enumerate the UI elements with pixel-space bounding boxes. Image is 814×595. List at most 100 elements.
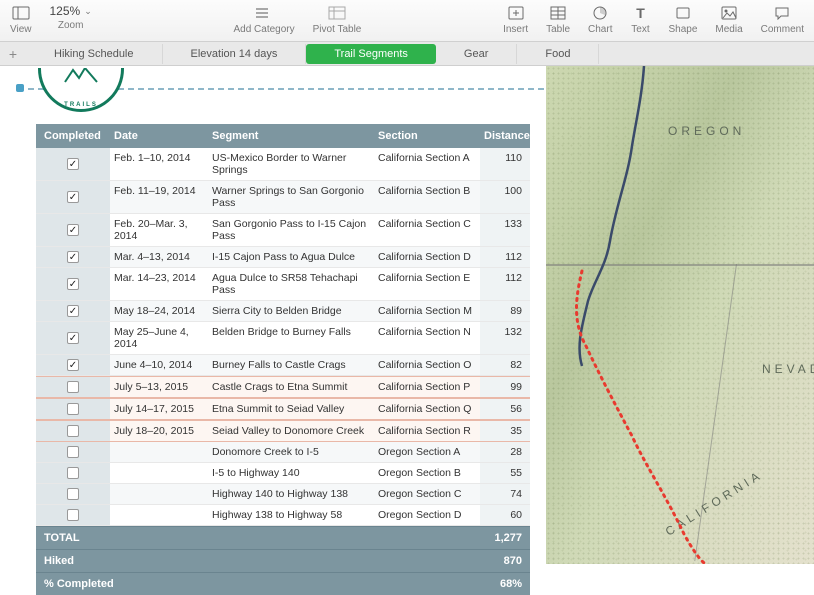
cell-segment[interactable]: I-5 to Highway 140 <box>208 463 374 483</box>
cell-distance[interactable]: 82 <box>480 355 530 375</box>
cell-section[interactable]: California Section A <box>374 148 480 180</box>
toolbar-comment[interactable]: Comment <box>761 4 804 35</box>
cell-date[interactable]: May 25–June 4, 2014 <box>110 322 208 354</box>
cell-date[interactable]: Feb. 1–10, 2014 <box>110 148 208 180</box>
cell-date[interactable]: Mar. 14–23, 2014 <box>110 268 208 300</box>
table-row[interactable]: ✓ Feb. 20–Mar. 3, 2014San Gorgonio Pass t… <box>36 214 530 247</box>
checkbox[interactable]: ✓ <box>67 191 79 203</box>
cell-section[interactable]: Oregon Section C <box>374 484 480 504</box>
header-date[interactable]: Date <box>110 124 208 148</box>
cell-section[interactable]: California Section M <box>374 301 480 321</box>
cell-segment[interactable]: Etna Summit to Seiad Valley <box>208 399 374 419</box>
cell-segment[interactable]: Sierra City to Belden Bridge <box>208 301 374 321</box>
cell-distance[interactable]: 100 <box>480 181 530 213</box>
cell-distance[interactable]: 60 <box>480 505 530 525</box>
spreadsheet-table[interactable]: Completed Date Segment Section Distance … <box>36 124 530 595</box>
cell-section[interactable]: California Section R <box>374 421 480 441</box>
cell-date[interactable]: June 4–10, 2014 <box>110 355 208 375</box>
cell-section[interactable]: California Section Q <box>374 399 480 419</box>
toolbar-pivot[interactable]: Pivot Table <box>313 4 362 35</box>
cell-segment[interactable]: I-15 Cajon Pass to Agua Dulce <box>208 247 374 267</box>
checkbox[interactable]: ✓ <box>67 251 79 263</box>
checkbox[interactable] <box>67 488 79 500</box>
cell-distance[interactable]: 110 <box>480 148 530 180</box>
cell-section[interactable]: Oregon Section D <box>374 505 480 525</box>
tab-elevation-14-days[interactable]: Elevation 14 days <box>163 44 307 64</box>
cell-distance[interactable]: 56 <box>480 399 530 419</box>
cell-distance[interactable]: 74 <box>480 484 530 504</box>
checkbox[interactable] <box>67 467 79 479</box>
cell-segment[interactable]: Highway 138 to Highway 58 <box>208 505 374 525</box>
table-row[interactable]: Highway 138 to Highway 58Oregon Section … <box>36 505 530 526</box>
header-segment[interactable]: Segment <box>208 124 374 148</box>
cell-date[interactable]: Feb. 20–Mar. 3, 2014 <box>110 214 208 246</box>
cell-date[interactable] <box>110 484 208 504</box>
table-row[interactable]: ✓ Feb. 11–19, 2014Warner Springs to San G… <box>36 181 530 214</box>
table-row[interactable]: ✓Mar. 14–23, 2014Agua Dulce to SR58 Teha… <box>36 268 530 301</box>
cell-section[interactable]: California Section D <box>374 247 480 267</box>
checkbox[interactable] <box>67 381 79 393</box>
trail-map[interactable]: OREGON NEVADA CALIFORNIA <box>546 66 814 564</box>
cell-date[interactable]: Mar. 4–13, 2014 <box>110 247 208 267</box>
cell-distance[interactable]: 35 <box>480 421 530 441</box>
checkbox[interactable] <box>67 403 79 415</box>
tab-gear[interactable]: Gear <box>436 44 517 64</box>
table-row[interactable]: I-5 to Highway 140Oregon Section B55 <box>36 463 530 484</box>
cell-distance[interactable]: 132 <box>480 322 530 354</box>
cell-distance[interactable]: 55 <box>480 463 530 483</box>
table-row[interactable]: July 5–13, 2015Castle Crags to Etna Summ… <box>36 376 530 398</box>
cell-date[interactable] <box>110 505 208 525</box>
cell-distance[interactable]: 89 <box>480 301 530 321</box>
cell-section[interactable]: California Section C <box>374 214 480 246</box>
toolbar-zoom[interactable]: 125% ⌄ Zoom <box>50 4 92 31</box>
table-row[interactable]: ✓ May 18–24, 2014Sierra City to Belden Br… <box>36 301 530 322</box>
cell-segment[interactable]: US-Mexico Border to Warner Springs <box>208 148 374 180</box>
cell-distance[interactable]: 99 <box>480 377 530 397</box>
cell-distance[interactable]: 133 <box>480 214 530 246</box>
cell-segment[interactable]: Warner Springs to San Gorgonio Pass <box>208 181 374 213</box>
checkbox[interactable]: ✓ <box>67 332 79 344</box>
cell-segment[interactable]: Burney Falls to Castle Crags <box>208 355 374 375</box>
header-completed[interactable]: Completed <box>36 124 110 148</box>
header-distance[interactable]: Distance <box>480 124 530 148</box>
header-section[interactable]: Section <box>374 124 480 148</box>
table-row[interactable]: ✓ Mar. 4–13, 2014I-15 Cajon Pass to Agua … <box>36 247 530 268</box>
tab-food[interactable]: Food <box>517 44 599 64</box>
checkbox[interactable]: ✓ <box>67 224 79 236</box>
cell-segment[interactable]: Donomore Creek to I-5 <box>208 442 374 462</box>
cell-section[interactable]: California Section B <box>374 181 480 213</box>
cell-segment[interactable]: Seiad Valley to Donomore Creek <box>208 421 374 441</box>
toolbar-text[interactable]: T Text <box>630 4 650 35</box>
cell-distance[interactable]: 28 <box>480 442 530 462</box>
cell-section[interactable]: California Section P <box>374 377 480 397</box>
tab-hiking-schedule[interactable]: Hiking Schedule <box>26 44 163 64</box>
cell-date[interactable]: July 18–20, 2015 <box>110 421 208 441</box>
table-row[interactable]: ✓ June 4–10, 2014Burney Falls to Castle C… <box>36 355 530 376</box>
toolbar-shape[interactable]: Shape <box>668 4 697 35</box>
cell-date[interactable]: May 18–24, 2014 <box>110 301 208 321</box>
add-sheet-button[interactable]: + <box>0 46 26 62</box>
cell-distance[interactable]: 112 <box>480 247 530 267</box>
checkbox[interactable] <box>67 446 79 458</box>
toolbar-table[interactable]: Table <box>546 4 570 35</box>
guide-handle[interactable] <box>16 84 24 92</box>
cell-segment[interactable]: San Gorgonio Pass to I-15 Cajon Pass <box>208 214 374 246</box>
cell-section[interactable]: California Section N <box>374 322 480 354</box>
checkbox[interactable]: ✓ <box>67 305 79 317</box>
checkbox[interactable]: ✓ <box>67 359 79 371</box>
toolbar-chart[interactable]: Chart <box>588 4 612 35</box>
toolbar-view[interactable]: View <box>10 4 32 35</box>
cell-section[interactable]: Oregon Section A <box>374 442 480 462</box>
table-row[interactable]: ✓May 25–June 4, 2014Belden Bridge to Bur… <box>36 322 530 355</box>
table-row[interactable]: July 18–20, 2015Seiad Valley to Donomore… <box>36 420 530 442</box>
cell-segment[interactable]: Highway 140 to Highway 138 <box>208 484 374 504</box>
table-row[interactable]: July 14–17, 2015Etna Summit to Seiad Val… <box>36 398 530 420</box>
toolbar-add-category[interactable]: Add Category <box>233 4 294 35</box>
table-row[interactable]: Highway 140 to Highway 138Oregon Section… <box>36 484 530 505</box>
checkbox[interactable] <box>67 509 79 521</box>
cell-date[interactable]: Feb. 11–19, 2014 <box>110 181 208 213</box>
table-row[interactable]: Donomore Creek to I-5Oregon Section A28 <box>36 442 530 463</box>
cell-date[interactable]: July 5–13, 2015 <box>110 377 208 397</box>
cell-section[interactable]: California Section E <box>374 268 480 300</box>
cell-section[interactable]: Oregon Section B <box>374 463 480 483</box>
